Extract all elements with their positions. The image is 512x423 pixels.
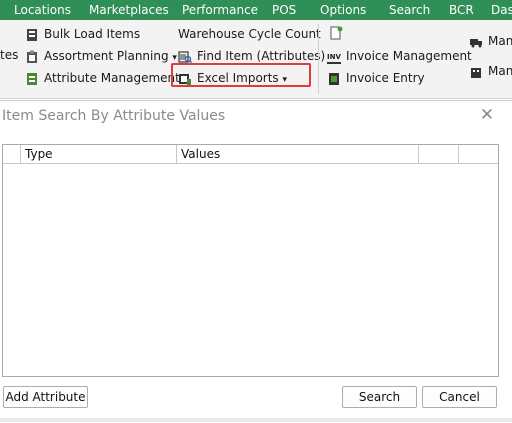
find-item-icon [178, 50, 192, 63]
menu-dashboard[interactable]: Das [491, 3, 512, 17]
dialog-title: Item Search By Attribute Values [2, 108, 226, 124]
menu-locations[interactable]: Locations [14, 3, 71, 17]
manage-label-1: Man [488, 34, 512, 48]
menu-bcr[interactable]: BCR [449, 3, 474, 17]
grid-header: Type Values [3, 145, 498, 164]
grid-header-col5[interactable] [459, 145, 498, 163]
attribute-management-label: Attribute Management [44, 71, 180, 85]
new-document-icon[interactable] [329, 26, 343, 40]
invoice-management-button[interactable]: INV Invoice Management [327, 47, 472, 65]
clipboard-icon [27, 50, 37, 63]
ribbon-partial-item[interactable]: tes [0, 46, 18, 64]
menu-performance[interactable]: Performance [182, 3, 258, 17]
grid-header-col4[interactable] [419, 145, 459, 163]
attribute-management-button[interactable]: Attribute Management [25, 69, 180, 87]
item-search-dialog: Item Search By Attribute Values ✕ Type V… [0, 100, 512, 423]
attribute-icon [27, 72, 37, 85]
assortment-dropdown-icon: ▾ [172, 53, 177, 63]
manage-button-1[interactable]: Man [469, 32, 512, 50]
menu-marketplaces[interactable]: Marketplaces [89, 3, 169, 17]
grid-header-selector [3, 145, 21, 163]
warehouse-label: Warehouse Cycle Count [178, 27, 321, 41]
ribbon: tes Bulk Load Items Assortment Planning … [0, 20, 512, 99]
warehouse-cycle-count-button[interactable]: Warehouse Cycle Count [178, 25, 321, 43]
inv-icon: INV [327, 50, 341, 64]
invoice-management-label: Invoice Management [346, 49, 472, 63]
truck-icon [470, 38, 482, 47]
close-icon[interactable]: ✕ [479, 107, 495, 124]
invoice-entry-button[interactable]: Invoice Entry [327, 69, 425, 87]
find-item-label: Find Item (Attributes) [197, 49, 326, 63]
grid-header-values[interactable]: Values [177, 145, 419, 163]
manage-label-2: Man [488, 64, 512, 78]
bulk-load-icon [27, 28, 37, 41]
building-icon [471, 67, 481, 78]
manage-button-2[interactable]: Man [469, 62, 512, 80]
find-item-highlight-box [171, 63, 311, 87]
add-attribute-button[interactable]: Add Attribute [3, 386, 88, 408]
cancel-button[interactable]: Cancel [422, 386, 497, 408]
bulk-load-label: Bulk Load Items [44, 27, 141, 41]
grid-header-type[interactable]: Type [21, 145, 177, 163]
ribbon-separator [318, 24, 319, 94]
bottom-strip [0, 418, 512, 422]
menu-options[interactable]: Options [320, 3, 366, 17]
attribute-grid[interactable]: Type Values [2, 144, 499, 377]
assortment-planning-button[interactable]: Assortment Planning ▾ [25, 47, 177, 65]
assortment-label: Assortment Planning [44, 49, 169, 63]
menu-pos[interactable]: POS [272, 3, 296, 17]
menu-search[interactable]: Search [389, 3, 430, 17]
top-menu-bar: Locations Marketplaces Performance POS O… [0, 0, 512, 20]
invoice-entry-label: Invoice Entry [346, 71, 425, 85]
invoice-entry-icon [329, 72, 339, 85]
bulk-load-items-button[interactable]: Bulk Load Items [25, 25, 140, 43]
search-button[interactable]: Search [342, 386, 417, 408]
